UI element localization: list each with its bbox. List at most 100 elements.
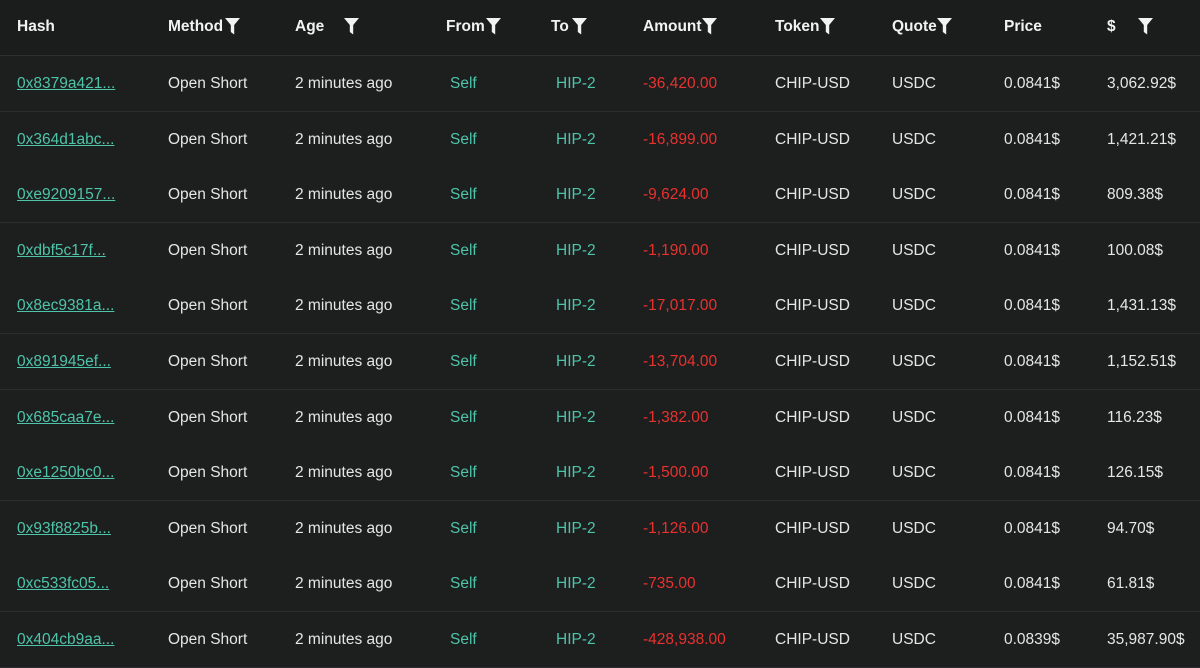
age-cell-container: 2 minutes ago <box>295 501 392 556</box>
token-cell: CHIP-USD <box>775 297 850 315</box>
table-row[interactable]: 0x891945ef... Open Short 2 minutes ago Self… <box>0 334 1200 390</box>
tx-hash-link[interactable]: 0x891945ef... <box>17 353 111 370</box>
age-filter-icon[interactable] <box>344 18 359 35</box>
from-cell[interactable]: Self <box>450 131 477 148</box>
table-row[interactable]: 0x364d1abc... Open Short 2 minutes ago Self… <box>0 111 1200 168</box>
quote-cell: USDC <box>892 130 936 148</box>
token-cell-container: CHIP-USD <box>775 167 850 222</box>
tx-hash-link-container: 0x8ec9381a... <box>17 278 114 333</box>
table-row[interactable]: 0xdbf5c17f... Open Short 2 minutes ago Self… <box>0 222 1200 279</box>
age-cell-container: 2 minutes ago <box>295 278 392 333</box>
method-cell-container: Open Short <box>168 167 247 222</box>
amount-cell: -9,624.00 <box>643 186 709 204</box>
price-cell: 0.0841$ <box>1004 297 1061 315</box>
token-cell: CHIP-USD <box>775 186 850 204</box>
method-cell-container: Open Short <box>168 501 247 556</box>
to-cell[interactable]: HIP-2 <box>556 409 596 426</box>
token-cell-container: CHIP-USD <box>775 390 850 445</box>
usd-filter-icon[interactable] <box>1138 18 1153 35</box>
tx-hash-link[interactable]: 0x685caa7e... <box>17 409 114 426</box>
to-cell[interactable]: HIP-2 <box>556 242 596 259</box>
table-row[interactable]: 0xe1250bc0... Open Short 2 minutes ago Self… <box>0 445 1200 502</box>
tx-hash-link[interactable]: 0x8379a421... <box>17 75 115 92</box>
tx-hash-link[interactable]: 0x364d1abc... <box>17 131 114 148</box>
to-cell-container: HIP-2 <box>556 334 596 389</box>
quote-cell-container: USDC <box>892 445 936 500</box>
to-cell-container: HIP-2 <box>556 278 596 333</box>
table-row[interactable]: 0xe9209157... Open Short 2 minutes ago Self… <box>0 167 1200 224</box>
method-cell: Open Short <box>168 464 248 482</box>
column-header-age[interactable]: Age <box>295 0 324 55</box>
quote-filter-icon[interactable] <box>937 18 952 35</box>
age-cell: 2 minutes ago <box>295 575 393 593</box>
usd-value-cell: 100.08$ <box>1107 241 1164 259</box>
to-cell[interactable]: HIP-2 <box>556 464 596 481</box>
tx-hash-link[interactable]: 0x8ec9381a... <box>17 297 114 314</box>
to-filter-icon[interactable] <box>572 18 587 35</box>
age-cell-container: 2 minutes ago <box>295 390 392 445</box>
from-cell[interactable]: Self <box>450 575 477 592</box>
from-cell[interactable]: Self <box>450 297 477 314</box>
from-cell[interactable]: Self <box>450 75 477 92</box>
from-cell[interactable]: Self <box>450 242 477 259</box>
from-cell-container: Self <box>450 501 477 556</box>
usd-value-cell: 809.38$ <box>1107 186 1164 204</box>
column-label-quote: Quote <box>892 18 937 36</box>
column-header-price[interactable]: Price <box>1004 0 1042 55</box>
from-cell[interactable]: Self <box>450 520 477 537</box>
from-filter-icon[interactable] <box>486 18 501 35</box>
table-row[interactable]: 0x685caa7e... Open Short 2 minutes ago Self… <box>0 389 1200 446</box>
from-cell[interactable]: Self <box>450 186 477 203</box>
column-header-token[interactable]: Token <box>775 0 820 55</box>
tx-hash-link[interactable]: 0xdbf5c17f... <box>17 242 106 259</box>
column-header-to[interactable]: To <box>551 0 569 55</box>
table-row[interactable]: 0x8379a421... Open Short 2 minutes ago Self… <box>0 56 1200 112</box>
from-cell[interactable]: Self <box>450 631 477 648</box>
tx-hash-link[interactable]: 0xc533fc05... <box>17 575 109 592</box>
tx-hash-link[interactable]: 0xe9209157... <box>17 186 115 203</box>
from-cell[interactable]: Self <box>450 409 477 426</box>
to-cell[interactable]: HIP-2 <box>556 520 596 537</box>
token-filter-icon[interactable] <box>820 18 835 35</box>
to-cell[interactable]: HIP-2 <box>556 353 596 370</box>
age-cell: 2 minutes ago <box>295 408 393 426</box>
to-cell-container: HIP-2 <box>556 112 596 167</box>
to-cell[interactable]: HIP-2 <box>556 631 596 648</box>
column-header-amount[interactable]: Amount <box>643 0 702 55</box>
method-filter-icon[interactable] <box>225 18 240 35</box>
to-cell[interactable]: HIP-2 <box>556 131 596 148</box>
method-cell-container: Open Short <box>168 556 247 611</box>
column-label-age: Age <box>295 18 325 36</box>
price-cell-container: 0.0841$ <box>1004 501 1060 556</box>
amount-cell: -13,704.00 <box>643 353 718 370</box>
table-row[interactable]: 0x8ec9381a... Open Short 2 minutes ago Self… <box>0 278 1200 335</box>
from-cell[interactable]: Self <box>450 353 477 370</box>
to-cell[interactable]: HIP-2 <box>556 575 596 592</box>
column-label-from: From <box>446 18 485 36</box>
table-row[interactable]: 0x404cb9aa... Open Short 2 minutes ago Self… <box>0 612 1200 668</box>
amount-cell-container: -1,190.00 <box>643 223 709 278</box>
age-cell: 2 minutes ago <box>295 353 393 370</box>
tx-hash-link[interactable]: 0x93f8825b... <box>17 520 111 537</box>
table-row[interactable]: 0xc533fc05... Open Short 2 minutes ago Self… <box>0 556 1200 613</box>
to-cell[interactable]: HIP-2 <box>556 75 596 92</box>
amount-cell-container: -13,704.00 <box>643 334 717 389</box>
tx-hash-link[interactable]: 0xe1250bc0... <box>17 464 114 481</box>
token-cell-container: CHIP-USD <box>775 112 850 167</box>
amount-filter-icon[interactable] <box>702 18 717 35</box>
from-cell[interactable]: Self <box>450 464 477 481</box>
price-cell: 0.0839$ <box>1004 631 1061 648</box>
to-cell-container: HIP-2 <box>556 167 596 222</box>
quote-cell: USDC <box>892 241 936 259</box>
tx-hash-link[interactable]: 0x404cb9aa... <box>17 631 114 648</box>
to-cell[interactable]: HIP-2 <box>556 297 596 314</box>
column-header-hash[interactable]: Hash <box>17 0 55 55</box>
column-header-method[interactable]: Method <box>168 0 223 55</box>
to-cell[interactable]: HIP-2 <box>556 186 596 203</box>
column-header-from[interactable]: From <box>446 0 485 55</box>
table-row[interactable]: 0x93f8825b... Open Short 2 minutes ago Self… <box>0 500 1200 557</box>
method-cell: Open Short <box>168 186 248 204</box>
column-header-usd[interactable]: $ <box>1107 0 1116 55</box>
column-header-quote[interactable]: Quote <box>892 0 937 55</box>
age-cell-container: 2 minutes ago <box>295 167 392 222</box>
